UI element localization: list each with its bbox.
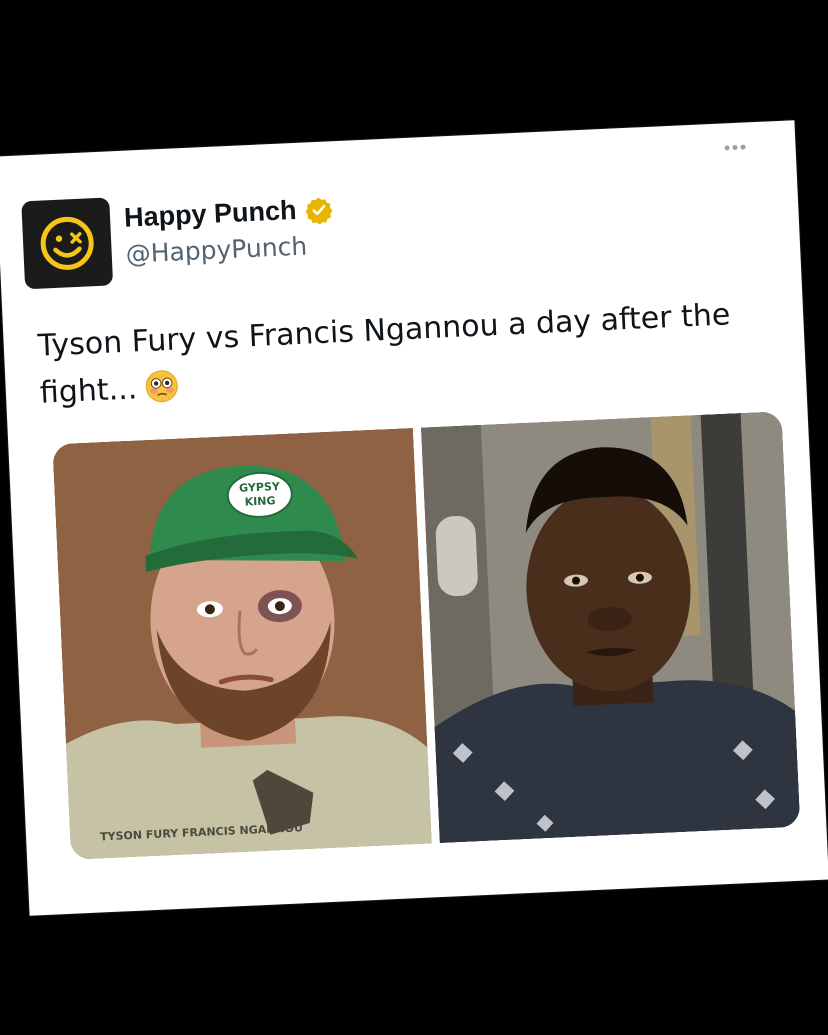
tyson-fury-photo[interactable]: GYPSY KING TYSON FURY FRANCIS NGANNOU	[52, 427, 432, 860]
francis-ngannou-photo[interactable]	[420, 411, 801, 844]
cap-text: GYPSY	[239, 480, 281, 495]
author-handle[interactable]: @HappyPunch	[125, 230, 335, 268]
tweet-media[interactable]: GYPSY KING TYSON FURY FRANCIS NGANNOU	[52, 411, 801, 860]
verified-badge-icon	[304, 197, 333, 225]
tweet-text-content: Tyson Fury vs Francis Ngannou a day afte…	[37, 297, 731, 411]
author-display-name[interactable]: Happy Punch	[123, 195, 297, 234]
svg-text:KING: KING	[244, 494, 275, 508]
tweet-text: Tyson Fury vs Francis Ngannou a day afte…	[37, 289, 781, 422]
tweet-card: Happy Punch @HappyPunch Tyson Fury vs Fr…	[0, 120, 828, 916]
tweet-author: Happy Punch @HappyPunch	[123, 193, 335, 269]
smiley-logo-icon	[40, 216, 94, 270]
avatar[interactable]	[21, 197, 114, 290]
flushed-face-emoji-icon	[144, 368, 180, 417]
more-options-icon[interactable]	[724, 144, 746, 151]
